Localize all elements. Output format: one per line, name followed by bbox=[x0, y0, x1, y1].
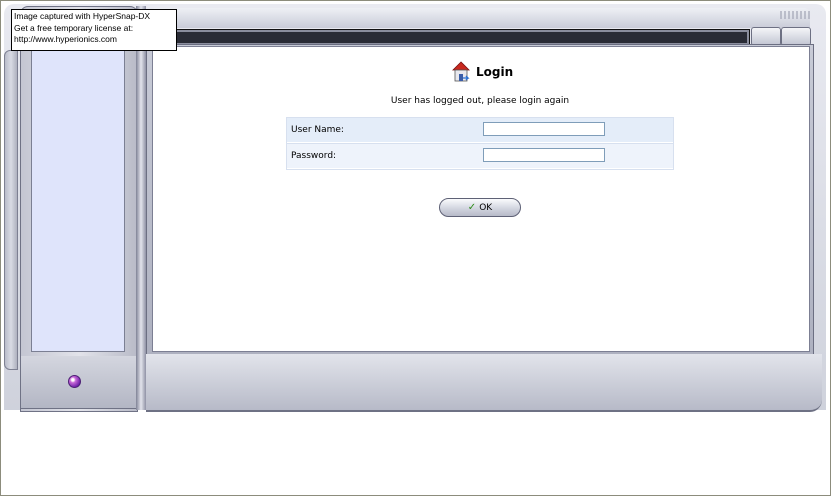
ok-label: OK bbox=[479, 202, 493, 213]
watermark-line-2: Get a free temporary license at: bbox=[14, 22, 134, 33]
login-title: Login bbox=[476, 65, 514, 79]
password-label: Password: bbox=[291, 151, 337, 161]
watermark-line-3: http://www.hyperionics.com bbox=[14, 34, 117, 44]
main-bottom-bar bbox=[146, 354, 822, 412]
sidebar-divider bbox=[136, 6, 146, 410]
ok-button[interactable]: ✓ OK bbox=[439, 198, 521, 217]
watermark-caption: Image captured with HyperSnap-DX Get a f… bbox=[11, 9, 177, 51]
watermark-line-1: Image captured with HyperSnap-DX bbox=[14, 11, 151, 21]
username-label: User Name: bbox=[291, 125, 344, 135]
house-icon bbox=[452, 61, 470, 83]
grip-icon bbox=[780, 11, 812, 19]
username-input[interactable] bbox=[483, 122, 605, 136]
orb-icon[interactable] bbox=[68, 375, 81, 388]
login-form: User Name: Password: bbox=[286, 117, 674, 170]
password-row: Password: bbox=[287, 143, 673, 168]
username-row: User Name: bbox=[287, 118, 673, 142]
check-icon: ✓ bbox=[467, 201, 477, 213]
password-input[interactable] bbox=[483, 148, 605, 162]
top-bar bbox=[150, 8, 810, 28]
login-heading: Login bbox=[452, 60, 513, 84]
sidebar-panel bbox=[31, 30, 125, 352]
logout-message: User has logged out, please login again bbox=[390, 96, 570, 106]
